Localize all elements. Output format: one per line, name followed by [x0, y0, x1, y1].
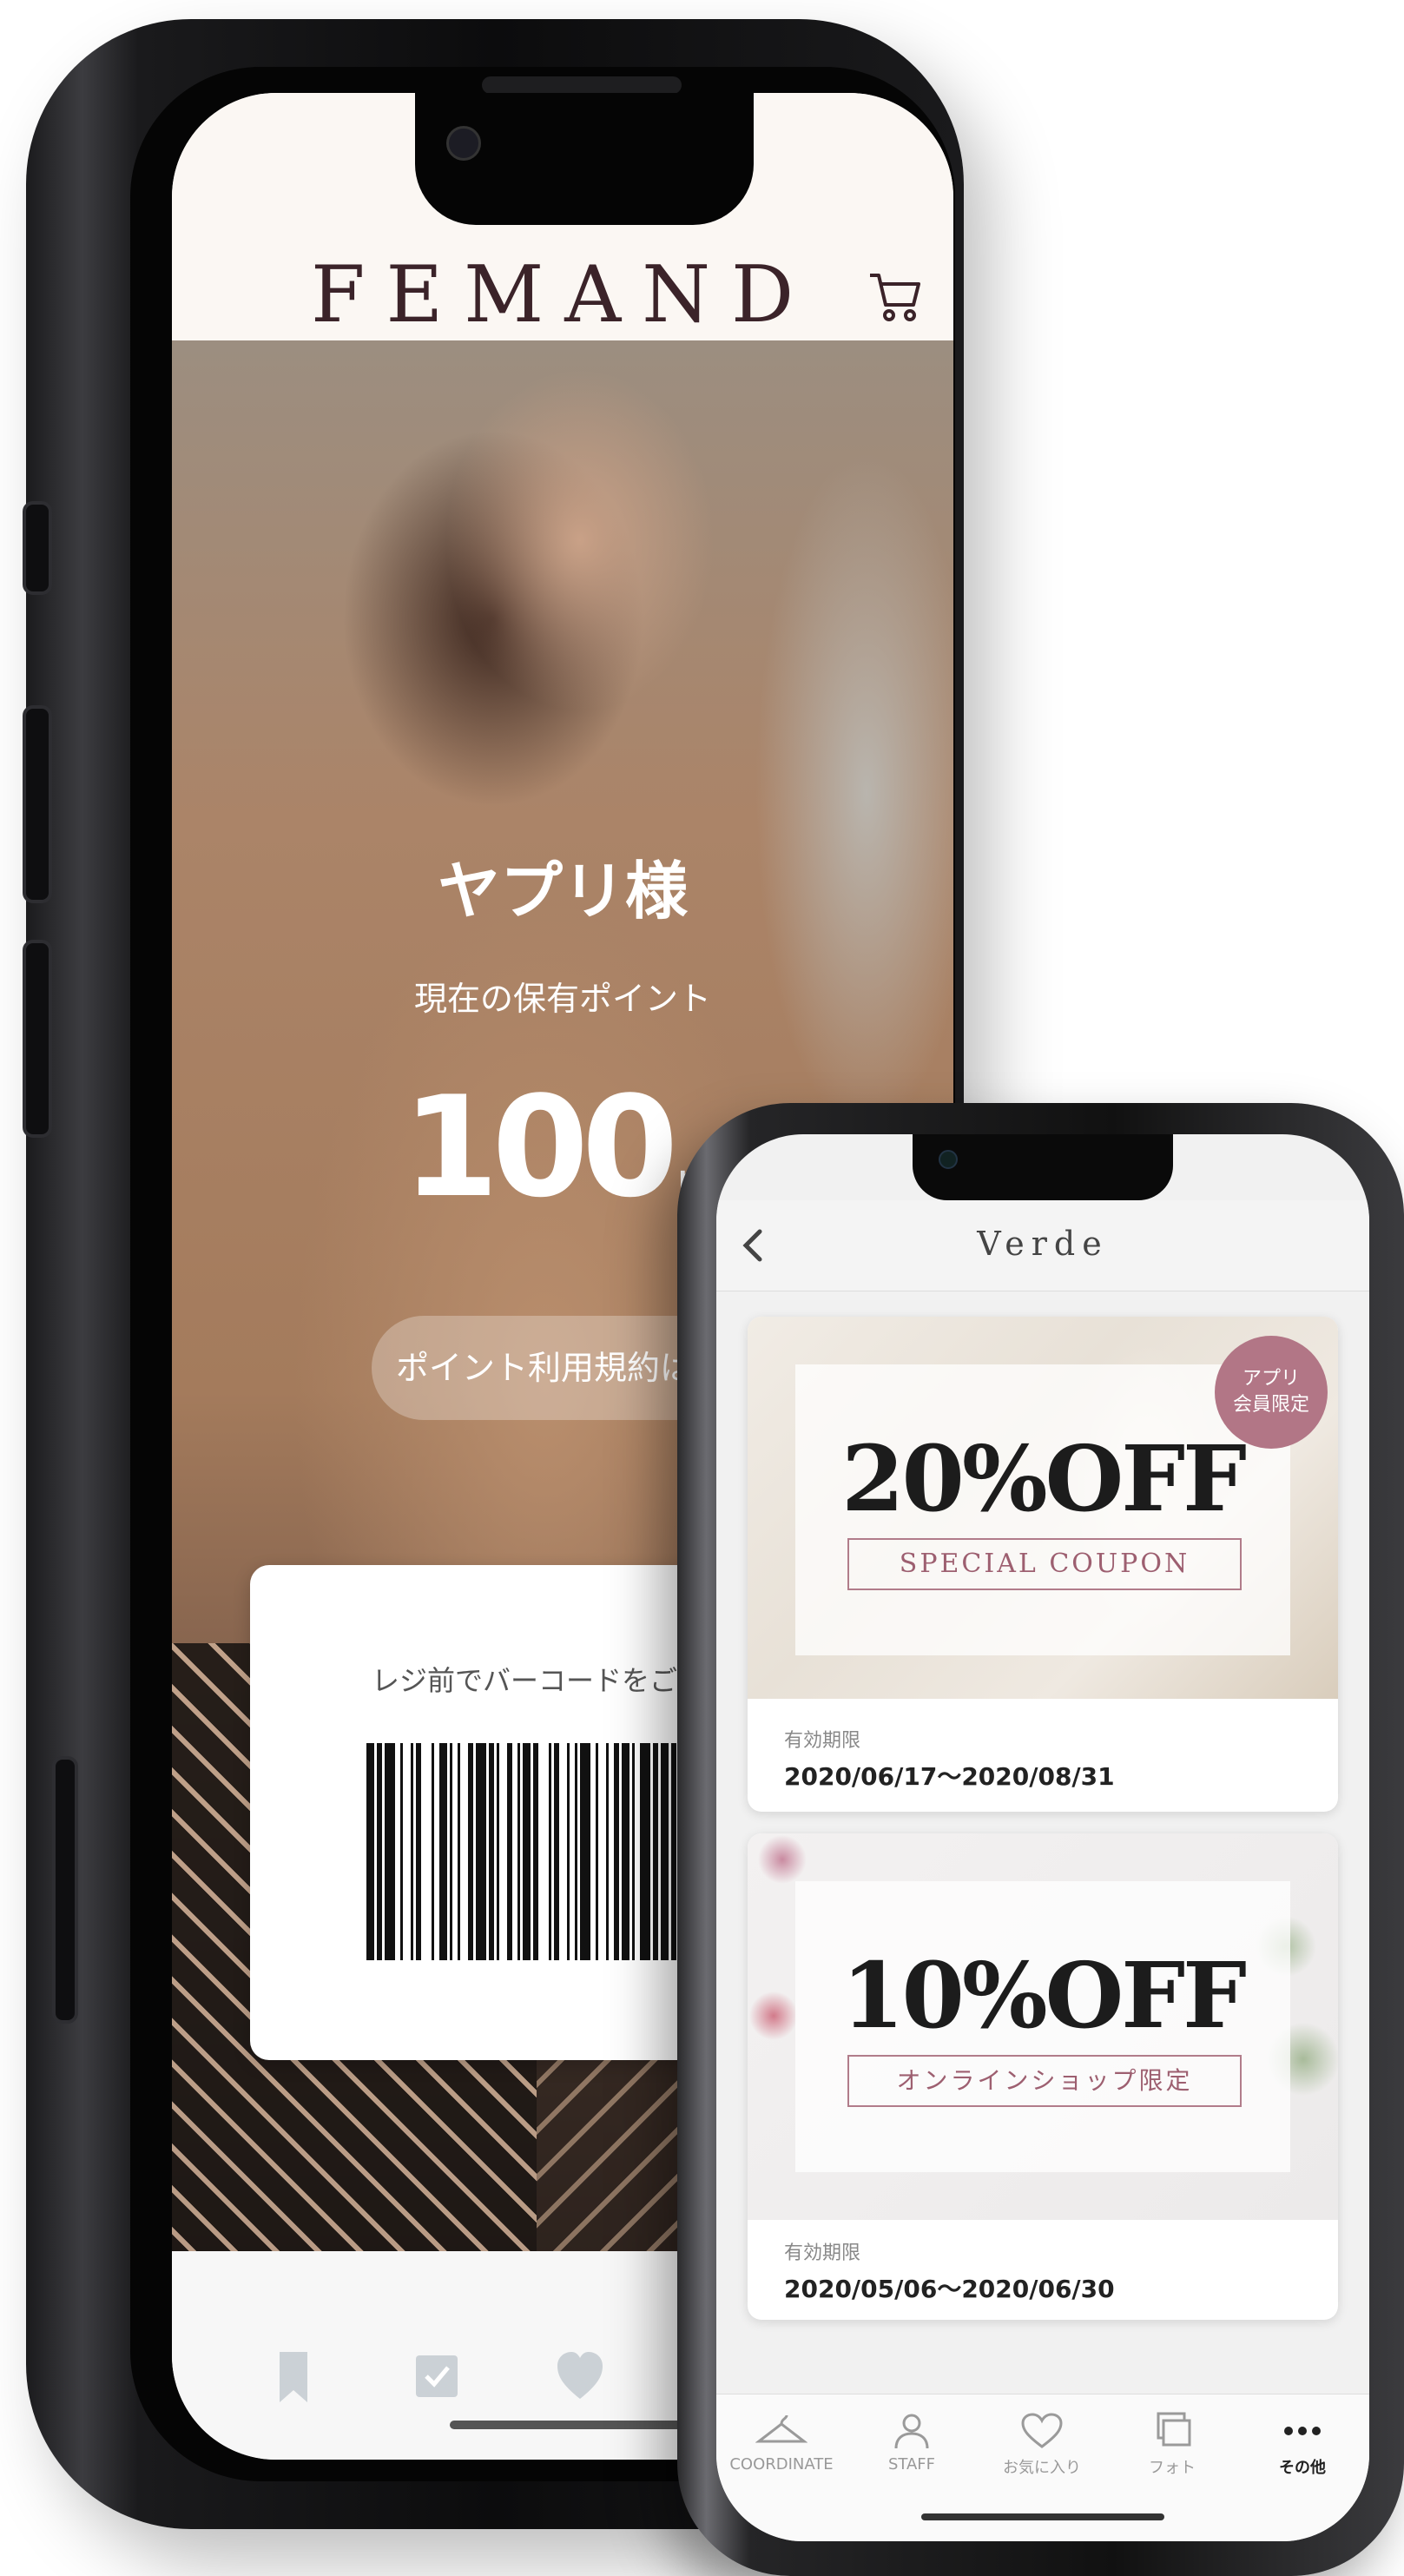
tab-label: お気に入り — [1003, 2459, 1081, 2477]
badge-line1: アプリ — [1242, 1368, 1300, 1390]
barcode-bar — [614, 1743, 619, 1960]
coupon-discount: 20%OFF — [841, 1425, 1247, 1532]
home-indicator — [450, 2421, 710, 2429]
barcode-bar — [385, 1743, 395, 1960]
barcode-bar — [580, 1743, 590, 1960]
cart-icon[interactable] — [865, 267, 926, 327]
tab-favorites[interactable]: お気に入り — [977, 2412, 1107, 2478]
coupon-subtitle: SPECIAL COUPON — [847, 1538, 1242, 1590]
volume-up-button — [23, 705, 52, 903]
barcode-bar — [671, 1743, 676, 1960]
volume-down-button — [23, 940, 52, 1138]
members-only-badge: アプリ 会員限定 — [1215, 1336, 1328, 1449]
barcode-bar — [640, 1743, 650, 1960]
coupon-image: 10%OFF オンラインショップ限定 — [748, 1833, 1338, 2220]
barcode-bar — [468, 1743, 473, 1960]
barcode-bar — [432, 1743, 434, 1960]
coupon-discount: 10%OFF — [841, 1942, 1247, 2049]
home-indicator — [921, 2513, 1164, 2520]
sim-tray — [52, 1756, 78, 2024]
barcode-bar — [622, 1743, 629, 1960]
person-icon — [894, 2414, 929, 2449]
coupon-image: 20%OFF SPECIAL COUPON アプリ 会員限定 — [748, 1317, 1338, 1699]
barcode-bar — [596, 1743, 598, 1960]
barcode-bar — [523, 1743, 531, 1960]
points-label: 現在の保有ポイント — [413, 980, 711, 1018]
mute-switch — [23, 501, 52, 595]
front-camera — [939, 1150, 958, 1169]
barcode-bar — [366, 1743, 374, 1960]
barcode-bar — [439, 1743, 447, 1960]
coupon-card[interactable]: 20%OFF SPECIAL COUPON アプリ 会員限定 有効期限 2020… — [748, 1317, 1338, 1812]
barcode-bar — [606, 1743, 609, 1960]
barcode-bar — [517, 1743, 520, 1960]
barcode-bar — [416, 1743, 421, 1960]
tab-label: COORDINATE — [729, 2455, 834, 2474]
barcode-bar — [411, 1743, 413, 1960]
check-box-icon[interactable] — [411, 2347, 463, 2408]
expiry-label: 有効期限 — [784, 1730, 861, 1752]
tab-photo[interactable]: フォト — [1107, 2412, 1237, 2478]
barcode-bar — [489, 1743, 494, 1960]
barcode-bar — [533, 1743, 538, 1960]
tab-label: フォト — [1149, 2459, 1196, 2477]
heart-icon — [1021, 2413, 1063, 2448]
verde-screen: Verde 20%OFF SPECIAL COUPON アプリ 会員限定 有効期… — [716, 1134, 1369, 2541]
coupon-card[interactable]: 10%OFF オンラインショップ限定 有効期限 2020/05/06〜2020/… — [748, 1833, 1338, 2320]
expiry-dates: 2020/05/06〜2020/06/30 — [784, 2275, 1115, 2303]
more-dots-icon — [1284, 2427, 1321, 2435]
barcode-bar — [497, 1743, 499, 1960]
tab-coordinate[interactable]: COORDINATE — [716, 2412, 847, 2474]
tab-staff[interactable]: STAFF — [847, 2412, 977, 2474]
barcode-bar — [450, 1743, 452, 1960]
coupon-subtitle: オンラインショップ限定 — [847, 2055, 1242, 2107]
notch — [415, 93, 754, 225]
coupon-panel: 10%OFF オンラインショップ限定 — [795, 1881, 1290, 2172]
tab-more[interactable]: その他 — [1237, 2412, 1368, 2478]
barcode-bar — [400, 1743, 403, 1960]
barcode-bar — [476, 1743, 486, 1960]
bookmark-icon[interactable] — [267, 2347, 320, 2408]
barcode-bar — [554, 1743, 559, 1960]
barcode-bar — [507, 1743, 512, 1960]
front-camera — [446, 126, 481, 161]
app-header: Verde — [716, 1200, 1369, 1291]
brand-logo: FEMAND — [311, 249, 815, 340]
points-value: 100 — [402, 1066, 678, 1228]
phone-verde: Verde 20%OFF SPECIAL COUPON アプリ 会員限定 有効期… — [677, 1103, 1404, 2576]
tab-label: その他 — [1279, 2459, 1326, 2477]
expiry-label: 有効期限 — [784, 2242, 861, 2264]
tab-label: STAFF — [887, 2455, 936, 2474]
member-greeting: ヤプリ様 — [437, 855, 688, 928]
earpiece-speaker — [482, 76, 682, 94]
notch — [913, 1134, 1173, 1200]
barcode-bar — [549, 1743, 551, 1960]
barcode-bar — [458, 1743, 460, 1960]
badge-line2: 会員限定 — [1232, 1394, 1309, 1416]
expiry-dates: 2020/06/17〜2020/08/31 — [784, 1762, 1115, 1791]
barcode-bar — [653, 1743, 658, 1960]
barcode-bar — [567, 1743, 570, 1960]
barcode-bar — [575, 1743, 577, 1960]
page-title: Verde — [977, 1225, 1109, 1263]
barcode-bar — [377, 1743, 382, 1960]
barcode-bar — [632, 1743, 635, 1960]
hanger-icon — [755, 2414, 807, 2443]
photos-icon — [1157, 2412, 1191, 2447]
heart-icon[interactable] — [554, 2347, 606, 2408]
barcode-bar — [661, 1743, 669, 1960]
